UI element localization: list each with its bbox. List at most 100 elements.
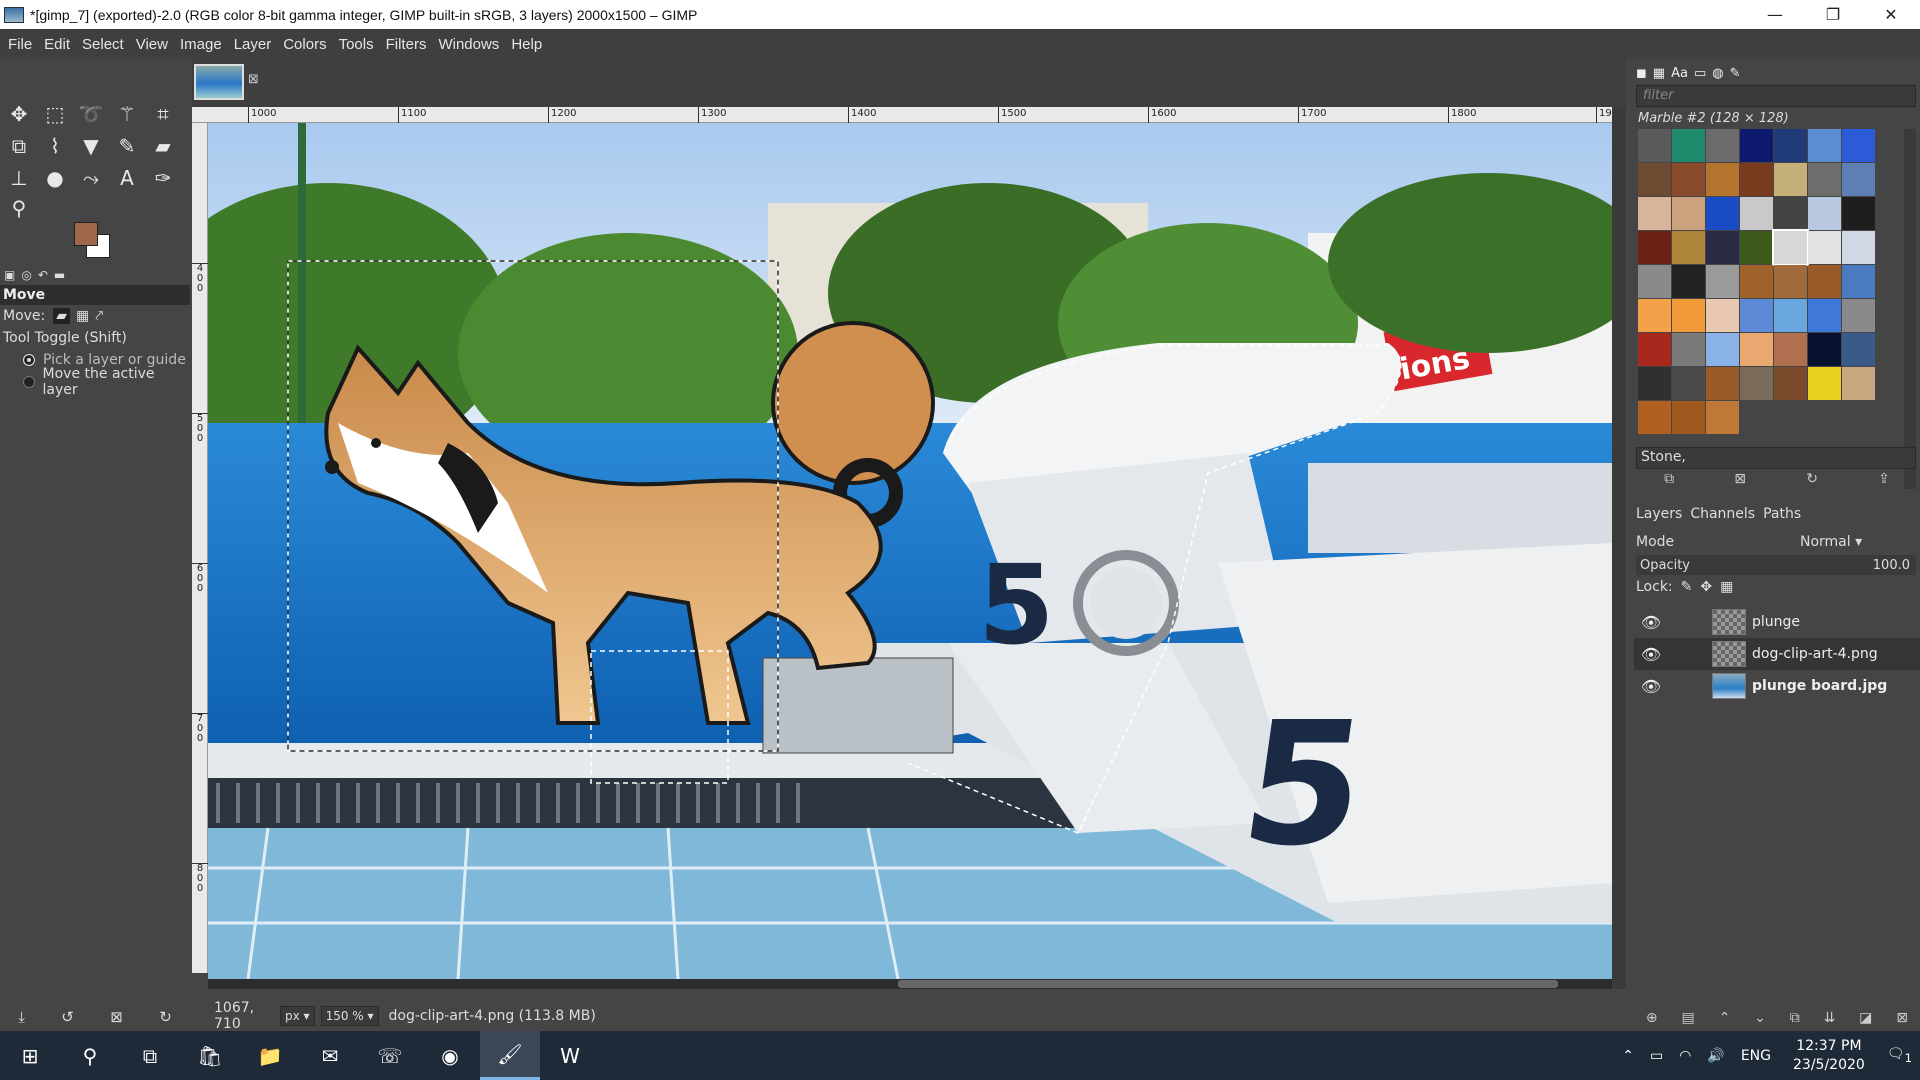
menu-image[interactable]: Image — [174, 36, 228, 53]
pattern-swatch[interactable] — [1638, 231, 1671, 264]
fuzzy-select-icon[interactable]: ⚚ — [112, 99, 142, 129]
battery-icon[interactable]: ▭ — [1642, 1048, 1671, 1064]
layer-row[interactable]: 👁 dog-clip-art-4.png — [1634, 638, 1920, 670]
pattern-swatch[interactable] — [1842, 333, 1875, 366]
tab-channels[interactable]: Channels — [1690, 506, 1755, 526]
task-view-icon[interactable]: ⧉ — [120, 1031, 180, 1080]
move-layer-mode-icon[interactable]: ▰ — [53, 308, 71, 324]
pattern-swatch[interactable] — [1706, 265, 1739, 298]
pattern-swatch[interactable] — [1774, 299, 1807, 332]
opacity-slider[interactable]: Opacity 100.0 — [1636, 555, 1916, 575]
eraser-icon[interactable]: ▰ — [148, 131, 178, 161]
move-selection-mode-icon[interactable]: ▦ — [76, 308, 89, 324]
patterns-tab-icon[interactable]: ▦ — [1653, 66, 1665, 81]
device-status-tab-icon[interactable]: ◎ — [21, 268, 31, 282]
pattern-swatch[interactable] — [1842, 265, 1875, 298]
start-icon[interactable]: ⊞ — [0, 1031, 60, 1080]
paintbrush-icon[interactable]: ✎ — [112, 131, 142, 161]
pattern-swatch[interactable] — [1672, 401, 1705, 434]
pattern-swatch[interactable] — [1638, 129, 1671, 162]
pattern-swatch[interactable] — [1706, 129, 1739, 162]
menu-view[interactable]: View — [130, 36, 174, 53]
menu-windows[interactable]: Windows — [432, 36, 505, 53]
menu-select[interactable]: Select — [76, 36, 130, 53]
pattern-swatch[interactable] — [1808, 163, 1841, 196]
image-tab-thumbnail[interactable] — [194, 64, 244, 100]
clock[interactable]: 12:37 PM 23/5/2020 — [1779, 1037, 1879, 1075]
pattern-scrollbar[interactable] — [1904, 129, 1916, 489]
tool-options-tab-icon[interactable]: ▣ — [4, 268, 15, 282]
file-explorer-icon[interactable]: 📁 — [240, 1031, 300, 1080]
pattern-swatch[interactable] — [1706, 333, 1739, 366]
pattern-swatch[interactable] — [1774, 197, 1807, 230]
minimize-button[interactable]: — — [1746, 0, 1804, 29]
mask-layer-icon[interactable]: ◪ — [1859, 1010, 1872, 1026]
menu-tools[interactable]: Tools — [333, 36, 380, 53]
pattern-swatch[interactable] — [1774, 367, 1807, 400]
pattern-swatch[interactable] — [1706, 231, 1739, 264]
undo-history-tab-icon[interactable]: ↶ — [38, 268, 48, 282]
lock-position-icon[interactable]: ✥ — [1700, 579, 1712, 595]
pattern-swatch[interactable] — [1638, 333, 1671, 366]
palettes-tab-icon[interactable]: ◍ — [1712, 66, 1723, 81]
pattern-swatch[interactable] — [1842, 231, 1875, 264]
pattern-swatch[interactable] — [1740, 299, 1773, 332]
text-icon[interactable]: A — [112, 163, 142, 193]
warp-transform-icon[interactable]: ⌇ — [40, 131, 70, 161]
raise-layer-icon[interactable]: ⌃ — [1719, 1010, 1731, 1026]
lock-alpha-icon[interactable]: ▦ — [1720, 579, 1733, 595]
show-hidden-icons-icon[interactable]: ⌃ — [1614, 1048, 1642, 1064]
menu-colors[interactable]: Colors — [277, 36, 332, 53]
pattern-swatch[interactable] — [1706, 401, 1739, 434]
pattern-swatch[interactable] — [1672, 299, 1705, 332]
menu-filters[interactable]: Filters — [380, 36, 433, 53]
zoom-icon[interactable]: ⚲ — [4, 193, 34, 223]
pattern-swatch[interactable] — [1740, 129, 1773, 162]
pattern-swatch[interactable] — [1638, 299, 1671, 332]
duplicate-layer-icon[interactable]: ⧉ — [1790, 1010, 1800, 1026]
pattern-swatch[interactable] — [1808, 299, 1841, 332]
pick-layer-radio[interactable] — [23, 354, 35, 366]
pattern-swatch[interactable] — [1842, 197, 1875, 230]
pattern-swatch[interactable] — [1808, 367, 1841, 400]
gradients-tab-icon[interactable]: ▭ — [1694, 66, 1706, 81]
pattern-swatch[interactable] — [1672, 265, 1705, 298]
pattern-swatch[interactable] — [1740, 163, 1773, 196]
new-layer-group-icon[interactable]: ▤ — [1682, 1010, 1695, 1026]
outlook-icon[interactable]: ✉ — [300, 1031, 360, 1080]
pattern-filter-input[interactable]: filter — [1636, 85, 1916, 107]
pattern-swatch[interactable] — [1808, 231, 1841, 264]
pattern-swatch[interactable] — [1772, 229, 1809, 266]
notifications-icon[interactable]: 🗨1 — [1879, 1046, 1920, 1065]
pattern-swatch[interactable] — [1706, 163, 1739, 196]
restore-options-icon[interactable]: ↺ — [61, 1008, 74, 1026]
unified-transform-icon[interactable]: ⧉ — [4, 131, 34, 161]
maximize-button[interactable]: ❐ — [1804, 0, 1862, 29]
pattern-swatch[interactable] — [1808, 197, 1841, 230]
zoom-select[interactable]: 150 % ▾ — [320, 1005, 379, 1026]
pattern-swatch[interactable] — [1672, 231, 1705, 264]
pattern-swatch[interactable] — [1842, 367, 1875, 400]
visibility-eye-icon[interactable]: 👁 — [1636, 613, 1666, 632]
pattern-swatch[interactable] — [1740, 231, 1773, 264]
fonts-tab-icon[interactable]: Aa — [1671, 66, 1688, 81]
pattern-swatch[interactable] — [1740, 265, 1773, 298]
pattern-swatch[interactable] — [1842, 299, 1875, 332]
pattern-swatch[interactable] — [1672, 197, 1705, 230]
pattern-swatch[interactable] — [1808, 333, 1841, 366]
store-icon[interactable]: 🛍 — [180, 1031, 240, 1080]
refresh-patterns-icon[interactable]: ↻ — [1806, 471, 1818, 493]
pattern-swatch[interactable] — [1842, 163, 1875, 196]
pattern-swatch[interactable] — [1638, 367, 1671, 400]
new-layer-icon[interactable]: ⊕ — [1646, 1010, 1658, 1026]
pattern-swatch[interactable] — [1740, 367, 1773, 400]
pattern-tag-field[interactable]: Stone, — [1636, 447, 1916, 469]
foreground-color[interactable] — [74, 222, 98, 246]
vertical-scrollbar[interactable] — [1612, 107, 1626, 989]
fg-bg-color-swatch[interactable] — [72, 220, 118, 260]
smudge-icon[interactable]: ● — [40, 163, 70, 193]
delete-layer-icon[interactable]: ⊠ — [1896, 1010, 1908, 1026]
open-pattern-icon[interactable]: ⇪ — [1878, 471, 1890, 493]
pattern-swatch[interactable] — [1706, 367, 1739, 400]
clone-icon[interactable]: ⊥ — [4, 163, 34, 193]
